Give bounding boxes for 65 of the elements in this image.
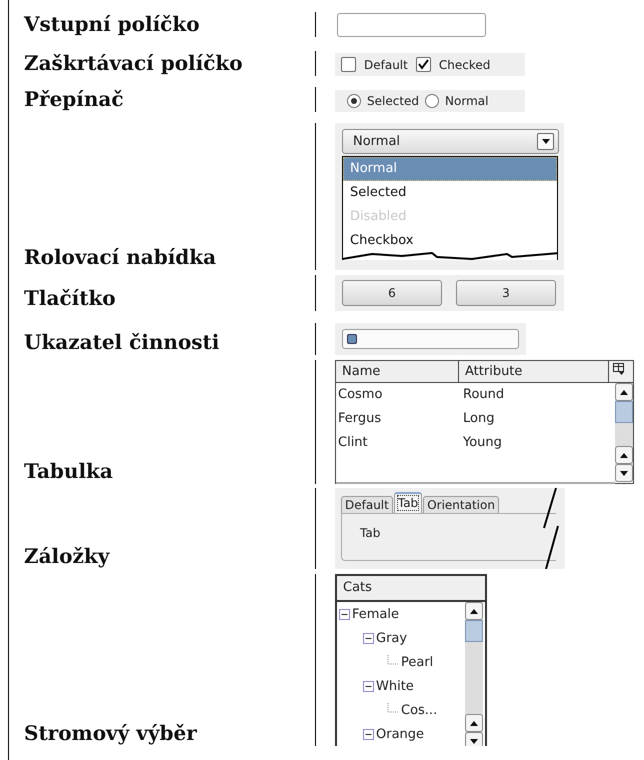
row-label: Přepínač <box>24 87 124 111</box>
tab-content-text: Tab <box>360 526 380 540</box>
dropdown-option[interactable]: Checkbox <box>343 229 557 253</box>
up-arrow-icon <box>620 452 628 458</box>
table-cell-text: Round <box>462 386 506 404</box>
tree-node[interactable]: Gray <box>376 630 408 646</box>
table-cell-text: Long <box>462 410 496 428</box>
table-cell-text: Clint <box>337 434 369 452</box>
tab[interactable]: Orientation <box>423 496 499 513</box>
scroll-button[interactable] <box>615 464 633 482</box>
tree-node[interactable]: Female <box>352 606 400 622</box>
down-arrow-icon <box>542 139 550 144</box>
table-cell-text: Fergus <box>337 410 382 428</box>
checkbox-label: Checked <box>438 58 490 72</box>
scrollbar[interactable] <box>615 383 633 482</box>
scroll-button[interactable] <box>465 732 483 746</box>
number-button[interactable]: 6 <box>342 280 442 306</box>
row-label: Vstupní políčko <box>24 12 200 36</box>
down-arrow-icon <box>470 738 478 744</box>
up-arrow-icon <box>470 608 478 614</box>
scroll-button[interactable] <box>465 602 483 620</box>
tree-header[interactable]: Cats <box>337 576 485 602</box>
dropdown[interactable]: Normal <box>342 129 559 154</box>
row-label: Zaškrtávací políčko <box>24 51 243 75</box>
row-label: Stromový výběr <box>24 721 197 745</box>
scroll-button[interactable] <box>615 383 633 401</box>
collapse-icon[interactable] <box>363 632 374 644</box>
tree-node[interactable]: White <box>376 678 414 694</box>
tab[interactable]: Default <box>341 496 393 513</box>
checkbox-label: Default <box>364 58 408 72</box>
scrollbar[interactable] <box>465 602 483 746</box>
tree-node[interactable]: Orange <box>376 726 424 742</box>
column-chooser-icon[interactable] <box>613 363 625 375</box>
scroll-button[interactable] <box>615 446 633 464</box>
scrollbar-thumb[interactable] <box>465 620 483 642</box>
collapse-icon[interactable] <box>363 680 374 692</box>
column-header[interactable]: Attribute <box>459 361 609 382</box>
collapse-icon[interactable] <box>363 728 374 740</box>
column-header[interactable]: Name <box>336 361 459 382</box>
row-label: Tabulka <box>24 459 113 483</box>
dropdown-option[interactable]: Selected <box>343 181 557 205</box>
checkbox[interactable] <box>416 57 431 72</box>
down-arrow-icon <box>620 470 628 476</box>
number-button[interactable]: 3 <box>456 280 556 306</box>
row-label: Ukazatel činnosti <box>24 330 220 354</box>
row-label: Záložky <box>24 544 110 568</box>
tab[interactable]: Tab <box>394 492 422 513</box>
up-arrow-icon <box>470 720 478 726</box>
radio-label: Normal <box>445 94 488 108</box>
up-arrow-icon <box>620 390 628 394</box>
scrollbar-thumb[interactable] <box>615 401 633 423</box>
tree-node[interactable]: Pearl <box>401 654 434 670</box>
break-mark-icon <box>543 488 559 569</box>
scroll-button[interactable] <box>465 714 483 732</box>
row-label: Tlačítko <box>24 286 116 310</box>
table-cell-text: Cosmo <box>337 386 384 404</box>
row-label: Rolovací nabídka <box>24 245 216 269</box>
radio-button[interactable] <box>347 94 361 108</box>
checkbox[interactable] <box>341 57 356 72</box>
radio-label: Selected <box>367 94 420 108</box>
input-field[interactable] <box>337 13 486 37</box>
tree-node[interactable]: Cos... <box>401 702 438 718</box>
table-cell-text: Young <box>462 434 503 452</box>
radio-button[interactable] <box>425 94 440 108</box>
collapse-icon[interactable] <box>339 608 350 620</box>
